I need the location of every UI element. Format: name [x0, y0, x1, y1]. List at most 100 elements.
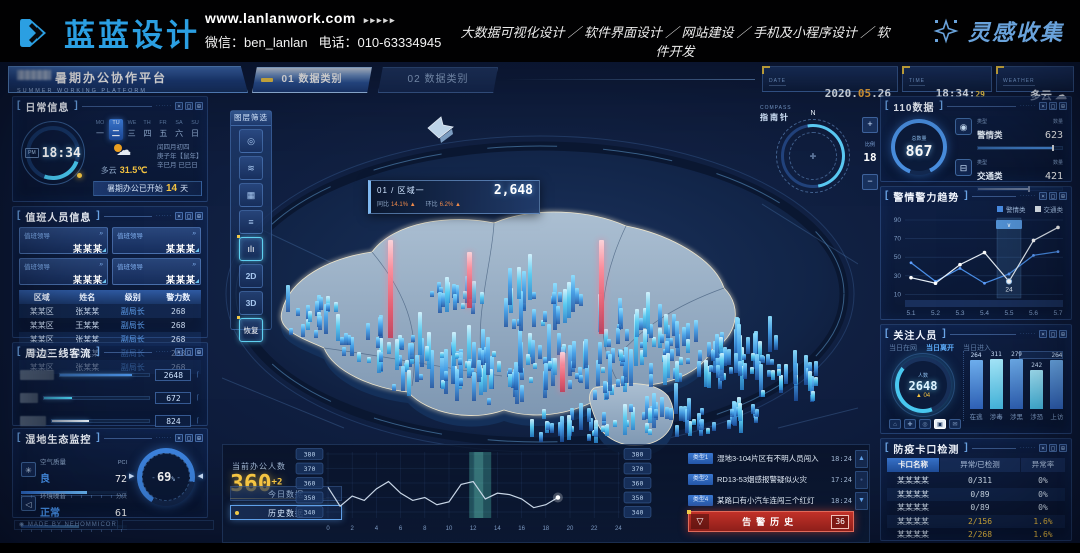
- tab-data-category[interactable]: 02 数据类别: [378, 67, 498, 93]
- panel-title: 周边三线客流: [25, 345, 91, 360]
- checkpoint-row[interactable]: 某某某某0/890%: [887, 488, 1065, 502]
- alert-history-label: 告警历史: [709, 515, 831, 528]
- trend-line-chart[interactable]: 9070503010∨5.15.25.35.45.55.65.724: [885, 212, 1069, 318]
- panel-title: 警情警力趋势: [893, 189, 959, 204]
- office-count-chart[interactable]: 0246810121416182022243803803703703603603…: [294, 446, 678, 541]
- panel-controls[interactable]: ×□⊞: [175, 348, 203, 356]
- website-url[interactable]: www.lanlanwork.com: [205, 10, 356, 26]
- svg-text:30: 30: [894, 273, 902, 280]
- layer-button-3D[interactable]: 3D: [239, 291, 263, 315]
- focus-filter-icon[interactable]: ◎: [919, 419, 931, 429]
- focus-filter-icon[interactable]: ⌂: [889, 419, 901, 429]
- noise-value: 61: [115, 508, 127, 519]
- platform-title-block: 暑期办公协作平台 SUMMER WORKING PLATFORM: [8, 66, 248, 93]
- svg-text:∨: ∨: [1007, 223, 1011, 229]
- svg-text:350: 350: [632, 494, 644, 502]
- inspiration-collect[interactable]: 灵感收集: [933, 15, 1064, 47]
- panel-controls[interactable]: ×□⊞: [1039, 102, 1067, 110]
- svg-text:18: 18: [542, 526, 549, 532]
- air-status: 良: [40, 474, 50, 485]
- gauge-right-arrow[interactable]: ◀: [198, 472, 203, 480]
- alert-row[interactable]: 类型1湿地3-104片区有不明人员闯入18:24: [688, 448, 852, 469]
- expand-icon: ⊞: [195, 212, 203, 220]
- panel-110-data: [110数据] ······ ×□⊞ 总数量 867 ◉类型警情类数量623⊟类…: [880, 96, 1072, 182]
- scroll-dot-icon: ●: [855, 471, 868, 489]
- panel-controls[interactable]: ×□⊞: [1039, 444, 1067, 452]
- checkpoint-row[interactable]: 某某某某0/3110%: [887, 474, 1065, 488]
- panel-controls[interactable]: ×□⊞: [175, 102, 203, 110]
- arrow-decor: ▸▸▸▸▸: [364, 15, 397, 25]
- svg-text:370: 370: [632, 465, 644, 473]
- checkpoint-row[interactable]: 某某某某2/2681.6%: [887, 528, 1065, 542]
- weekday-cell: FR五: [156, 119, 170, 140]
- duty-leader-card[interactable]: 值班领导»某某某: [19, 227, 108, 254]
- duty-leader-card[interactable]: 值班领导»某某某: [112, 227, 201, 254]
- checkpoint-table-header[interactable]: 卡口名称异常/已检测异常率: [887, 458, 1065, 472]
- weekday-cell: SU日: [188, 119, 202, 140]
- tooltip-value: 2,648: [494, 183, 533, 198]
- focus-filter-icon[interactable]: ▣: [934, 419, 946, 429]
- compass-dial[interactable]: N ✛: [776, 119, 850, 193]
- svg-text:8: 8: [423, 526, 427, 532]
- panel-epidemic-checkpoints: [防疫卡口检测] ······ ×□⊞ 卡口名称异常/已检测异常率 某某某某0/…: [880, 438, 1072, 541]
- panel-controls[interactable]: ×□⊞: [1039, 330, 1067, 338]
- focus-tab[interactable]: 当日离开: [926, 343, 954, 353]
- panel-controls[interactable]: ×□⊞: [1039, 192, 1067, 200]
- duty-table-row[interactable]: 某某区张某某副局长268: [19, 304, 201, 318]
- window-icon: □: [185, 348, 193, 356]
- close-icon: ×: [1039, 192, 1047, 200]
- gauge-total: 867: [905, 142, 932, 160]
- madeby-note: ◉ MADE BY NEHOMMICOR: [14, 520, 118, 530]
- panel-controls[interactable]: ×□⊞: [175, 212, 203, 220]
- panel-header: [值班人员信息] ······ ×□⊞: [13, 207, 207, 222]
- gauge-label: 总数量: [911, 135, 926, 142]
- flow-bar-list: 2648|˙672|˙824|˙: [13, 369, 207, 427]
- focus-delta: ▲ 04: [916, 393, 930, 399]
- gauge-left-arrow[interactable]: ▶: [129, 472, 134, 480]
- zoom-out-button[interactable]: −: [862, 174, 878, 190]
- layer-button-bars[interactable]: ılı: [239, 237, 263, 261]
- checkpoint-col-header[interactable]: 异常/已检测: [940, 458, 1020, 472]
- duty-leader-card[interactable]: 值班领导»某某某: [19, 258, 108, 285]
- alert-row[interactable]: 类型4某路口有小汽车连闯三个红灯18:24: [688, 490, 852, 511]
- yoy-value: 14.1% ▲: [391, 202, 416, 208]
- panel-controls[interactable]: ×□⊞: [175, 434, 203, 442]
- expand-icon: ⊞: [1059, 102, 1067, 110]
- focus-bar-chart: 264在逃311涉毒279涉黑242涉恐264上访: [963, 351, 1065, 421]
- close-icon: ×: [175, 434, 183, 442]
- tab-data-category[interactable]: 01 数据类别: [252, 67, 372, 93]
- alert-history-button[interactable]: ▽ 告警历史 36: [688, 511, 854, 532]
- layer-button-camera[interactable]: ◎: [239, 129, 263, 153]
- checkpoint-row[interactable]: 某某某某2/1561.6%: [887, 515, 1065, 529]
- checkpoint-row[interactable]: 某某某某0/890%: [887, 501, 1065, 515]
- svg-text:4: 4: [375, 526, 379, 532]
- alert-row[interactable]: 类型2RD13-53烟感报警疑似火灾17:24: [688, 469, 852, 490]
- expand-icon: ⊞: [1059, 192, 1067, 200]
- focus-tab[interactable]: 当日在网: [889, 343, 917, 353]
- duty-leader-card[interactable]: 值班领导»某某某: [112, 258, 201, 285]
- layer-button-device[interactable]: ▦: [239, 183, 263, 207]
- scroll-down-icon[interactable]: ▼: [855, 492, 868, 510]
- checkpoint-col-header[interactable]: 异常率: [1021, 458, 1065, 472]
- focus-filter-icon[interactable]: ✉: [949, 419, 961, 429]
- weekday-cell: MO一: [93, 119, 107, 140]
- expand-icon: ⊞: [1059, 330, 1067, 338]
- checkpoint-col-header[interactable]: 卡口名称: [887, 458, 939, 472]
- layer-button-signal[interactable]: ≋: [239, 156, 263, 180]
- zoom-in-button[interactable]: +: [862, 117, 878, 133]
- panel-header: [湿地生态监控] ······ ×□⊞: [13, 429, 207, 444]
- panel-duty-staff: [值班人员信息] ······ ×□⊞ 值班领导»某某某值班领导»某某某值班领导…: [12, 206, 208, 338]
- focus-bar-涉毒: 311涉毒: [988, 351, 1004, 421]
- duty-table-row[interactable]: 某某区王某某副局长268: [19, 318, 201, 332]
- weather-summary: ☁ 多云31.5℃: [95, 144, 153, 176]
- layer-button-恢复[interactable]: 恢复: [239, 318, 263, 342]
- layer-button-list[interactable]: ≡: [239, 210, 263, 234]
- svg-text:5.4: 5.4: [980, 310, 989, 317]
- svg-text:360: 360: [632, 480, 644, 488]
- focus-count: 2648: [909, 379, 938, 393]
- scroll-up-icon[interactable]: ▲: [855, 450, 868, 468]
- notice-days: 14: [166, 183, 177, 194]
- focus-filter-icon[interactable]: ✚: [904, 419, 916, 429]
- summer-notice-bar: 暑期办公已开始14天: [93, 181, 202, 196]
- layer-button-2D[interactable]: 2D: [239, 264, 263, 288]
